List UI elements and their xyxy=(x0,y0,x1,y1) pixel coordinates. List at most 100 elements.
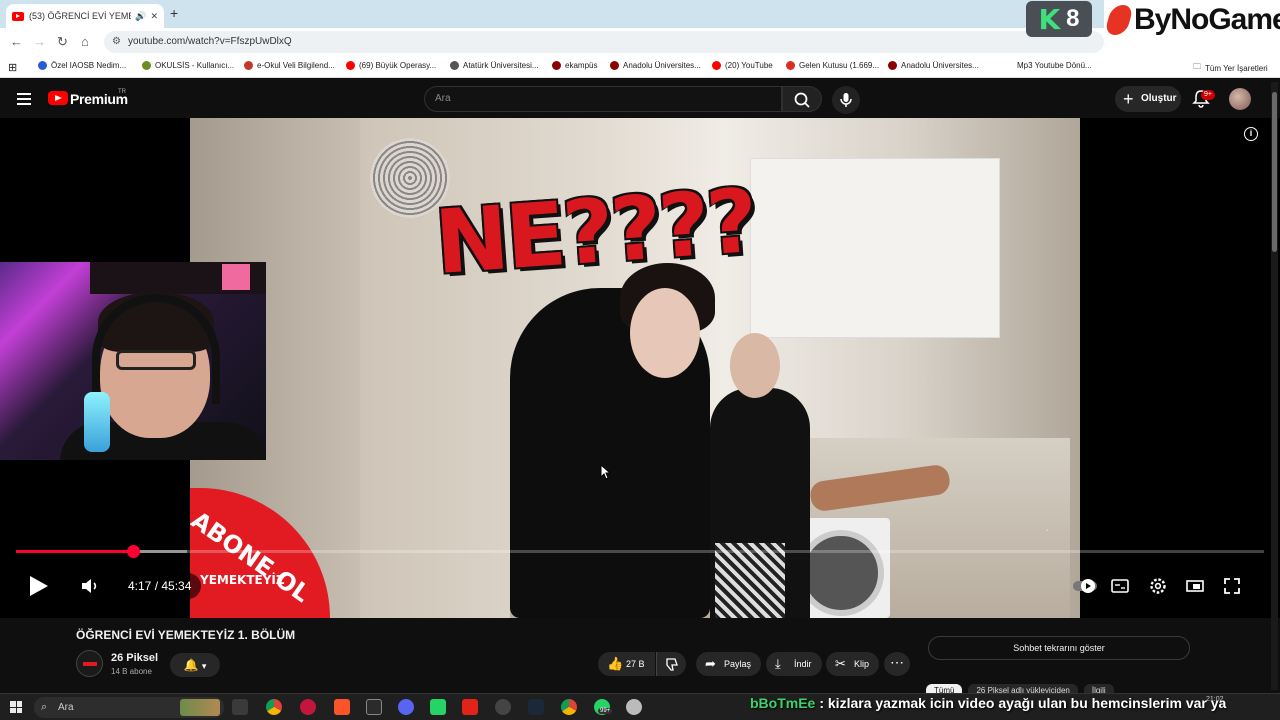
download-label: İndir xyxy=(794,659,812,669)
channel-name[interactable]: 26 Piksel xyxy=(111,652,158,664)
opera-icon[interactable] xyxy=(300,699,316,715)
account-avatar[interactable] xyxy=(1229,88,1251,110)
hamburger-menu-icon[interactable] xyxy=(17,93,31,105)
dislike-button[interactable] xyxy=(656,652,686,676)
new-tab-button[interactable]: + xyxy=(170,5,178,21)
bookmark-label: (20) YouTube xyxy=(725,61,773,70)
messenger-app-icon[interactable] xyxy=(430,699,446,715)
bynogame-mark-icon xyxy=(1103,5,1135,35)
bookmark-label: Anadolu Üniversites... xyxy=(901,61,979,70)
search-placeholder: Ara xyxy=(435,93,451,104)
settings-gear-icon[interactable] xyxy=(1146,574,1170,598)
voice-search-button[interactable] xyxy=(832,86,860,114)
task-view-icon[interactable] xyxy=(232,699,248,715)
bookmark-favicon-icon xyxy=(712,61,721,70)
apps-grid-icon[interactable]: ⊞ xyxy=(8,61,17,74)
whatsapp-badge: 99+ xyxy=(598,708,613,714)
reload-icon[interactable]: ↻ xyxy=(57,34,68,50)
bookmark-favicon-icon xyxy=(888,61,897,70)
info-icon[interactable]: i xyxy=(1244,127,1258,141)
subtitles-icon[interactable] xyxy=(1108,574,1132,598)
clip-button[interactable]: ✂ Klip xyxy=(826,652,880,676)
k8-logo: K 8 xyxy=(1026,1,1092,37)
discord-icon[interactable] xyxy=(398,699,414,715)
more-actions-button[interactable]: ⋯ xyxy=(884,652,910,676)
windows-start-icon[interactable] xyxy=(10,701,22,713)
browser-tab[interactable]: (53) ÖĞRENCİ EVİ YEMEKTE 🔊 ✕ xyxy=(6,4,164,28)
plus-icon: + xyxy=(1123,89,1134,109)
create-button[interactable]: + Oluştur xyxy=(1115,86,1181,112)
volume-icon[interactable] xyxy=(80,576,102,596)
theater-mode-icon[interactable] xyxy=(1183,574,1207,598)
channel-avatar[interactable] xyxy=(76,650,103,677)
speaker-icon[interactable]: 🔊 xyxy=(135,11,146,22)
bookmark-item[interactable]: Anadolu Üniversites... xyxy=(610,61,701,70)
bookmark-label: (69) Büyük Operasy... xyxy=(359,61,437,70)
brave-icon[interactable] xyxy=(334,699,350,715)
bookmark-item[interactable]: (69) Büyük Operasy... xyxy=(346,61,436,70)
play-icon[interactable] xyxy=(30,576,48,596)
bookmark-label: Gelen Kutusu (1.669... xyxy=(799,61,880,70)
app-icon[interactable] xyxy=(626,699,642,715)
youtube-logo-icon[interactable] xyxy=(48,91,68,105)
subscribed-bell-button[interactable]: 🔔 ▾ xyxy=(170,653,220,677)
bookmark-item[interactable]: Gelen Kutusu (1.669... xyxy=(786,61,879,70)
forward-arrow-icon[interactable]: → xyxy=(33,34,46,49)
chrome-active-icon[interactable] xyxy=(561,699,577,715)
bookmark-item[interactable]: Mp3 Youtube Dönü... xyxy=(1004,61,1092,70)
create-label: Oluştur xyxy=(1141,93,1177,104)
bookmark-label: ekampüs xyxy=(565,61,598,70)
channel-watermark: ▪ xyxy=(1046,528,1049,534)
like-count: 27 B xyxy=(626,659,645,669)
progress-bar[interactable] xyxy=(16,550,1264,553)
bookmarks-bar: ⊞ Özel IAOSB Nedim... OKULSİS - Kullanıcı… xyxy=(0,56,1280,78)
taskbar-search-placeholder: Ara xyxy=(58,702,74,713)
scrollbar-thumb[interactable] xyxy=(1272,92,1277,252)
taskbar-search[interactable]: ⌕ Ara xyxy=(34,697,224,718)
chat-text: : kizlara yazmak icin video ayağı ulan b… xyxy=(819,695,1227,711)
bookmark-favicon-icon xyxy=(244,61,253,70)
bookmark-item[interactable]: Atatürk Üniversitesi... xyxy=(450,61,539,70)
video-headline-text: NE???? xyxy=(431,168,759,295)
share-arrow-icon: ➦ xyxy=(705,656,716,671)
thumbs-up-icon: 👍 xyxy=(607,656,624,671)
bookmark-item[interactable]: Anadolu Üniversites... xyxy=(888,61,979,70)
site-info-icon[interactable]: ⚙ xyxy=(112,31,121,53)
bookmark-item[interactable]: (20) YouTube xyxy=(712,61,773,70)
url-input[interactable]: ⚙ youtube.com/watch?v=FfszpUwDlxQ xyxy=(104,31,1104,53)
clip-label: Klip xyxy=(854,659,870,669)
chrome-icon[interactable] xyxy=(266,699,282,715)
close-tab-icon[interactable]: ✕ xyxy=(150,11,158,22)
search-input[interactable]: Ara xyxy=(424,86,782,112)
thumbs-down-icon xyxy=(666,658,678,671)
video-player[interactable]: NE???? ABONE OL YEMEKTEYİZ ▪ i 4:17 / 45… xyxy=(0,118,1280,618)
fullscreen-icon[interactable] xyxy=(1220,574,1244,598)
autoplay-toggle-icon[interactable] xyxy=(1072,574,1098,598)
home-icon[interactable]: ⌂ xyxy=(81,34,89,49)
bell-icon: 🔔 xyxy=(183,658,199,672)
search-button[interactable] xyxy=(782,86,822,112)
video-frame: NE???? ABONE OL YEMEKTEYİZ ▪ xyxy=(190,118,1080,618)
like-button[interactable]: 👍 27 B xyxy=(598,652,655,676)
bookmark-label: Mp3 Youtube Dönü... xyxy=(1017,61,1092,70)
time-display: 4:17 / 45:34 xyxy=(118,573,202,599)
bookmark-label: Atatürk Üniversitesi... xyxy=(463,61,539,70)
bookmark-item[interactable]: Özel IAOSB Nedim... xyxy=(38,61,126,70)
show-chat-replay-button[interactable]: Sohbet tekrarını göster xyxy=(928,636,1190,660)
steam-icon[interactable] xyxy=(528,699,544,715)
headphones-app-icon[interactable] xyxy=(366,699,382,715)
back-arrow-icon[interactable]: ← xyxy=(10,34,23,49)
xbox-icon[interactable] xyxy=(495,699,511,715)
wps-office-icon[interactable] xyxy=(462,699,478,715)
person-background-face xyxy=(730,333,780,398)
bookmark-item[interactable]: ekampüs xyxy=(552,61,597,70)
scissors-icon: ✂ xyxy=(835,656,846,671)
bookmark-item[interactable]: e-Okul Veli Bilgilend... xyxy=(244,61,335,70)
k8-letter: K xyxy=(1038,2,1061,36)
video-title: ÖĞRENCİ EVİ YEMEKTEYİZ 1. BÖLÜM xyxy=(76,628,296,642)
all-bookmarks-button[interactable]: 🗀 Tüm Yer İşaretleri xyxy=(1193,61,1268,75)
progress-scrubber-handle[interactable] xyxy=(127,545,141,558)
download-button[interactable]: ⤓ İndir xyxy=(766,652,822,676)
bookmark-item[interactable]: OKULSİS - Kullanıcı... xyxy=(142,61,234,70)
share-button[interactable]: ➦ Paylaş xyxy=(696,652,762,676)
